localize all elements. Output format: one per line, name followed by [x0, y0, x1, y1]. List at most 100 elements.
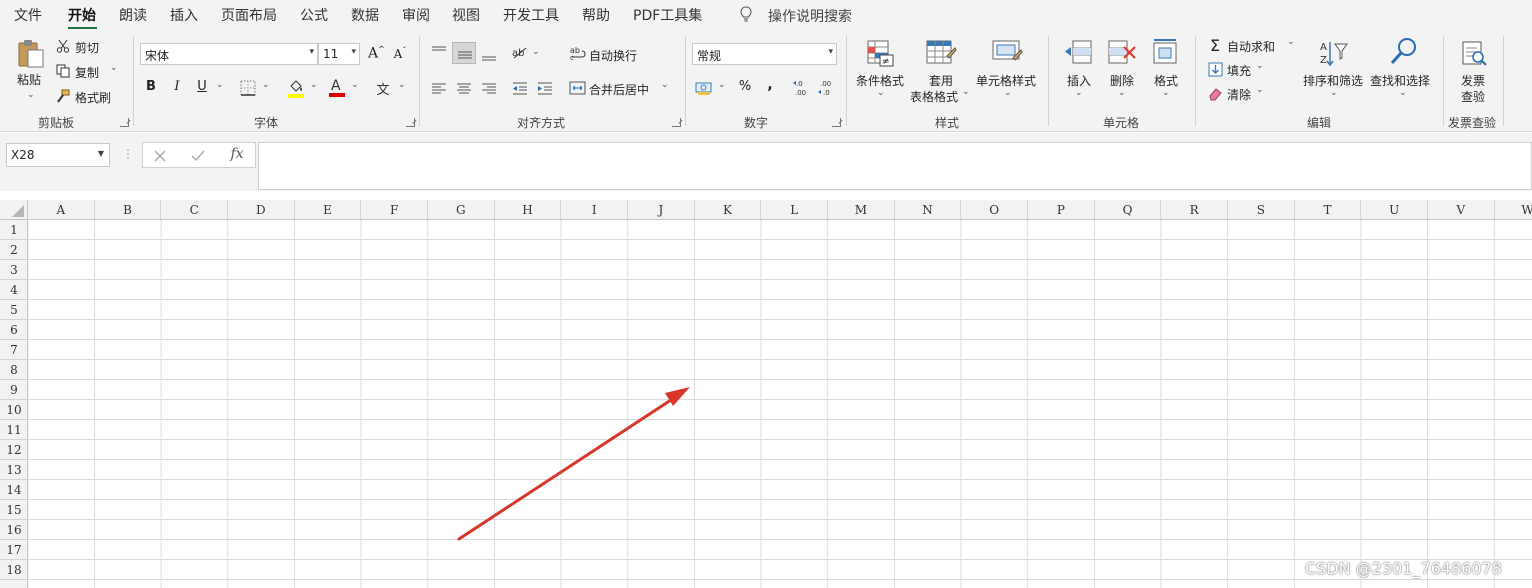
column-header[interactable]: J — [628, 200, 695, 219]
column-header[interactable]: B — [95, 200, 162, 219]
row-header[interactable]: 4 — [0, 280, 27, 300]
drag-handle-icon[interactable]: ⋮ — [122, 147, 134, 161]
column-header[interactable]: S — [1228, 200, 1295, 219]
row-header[interactable]: 5 — [0, 300, 27, 320]
row-header[interactable]: 17 — [0, 540, 27, 560]
column-header[interactable]: V — [1428, 200, 1495, 219]
enter-checkmark-icon[interactable] — [191, 149, 205, 163]
row-header[interactable]: 7 — [0, 340, 27, 360]
svg-text:≠: ≠ — [882, 57, 890, 67]
tab-insert[interactable]: 插入 — [170, 5, 198, 25]
tab-read-aloud[interactable]: 朗读 — [119, 5, 147, 25]
row-header[interactable]: 15 — [0, 500, 27, 520]
phonetic-guide-icon[interactable]: 文 — [374, 79, 392, 98]
align-bottom-icon[interactable] — [480, 48, 498, 64]
accounting-format-icon[interactable] — [695, 80, 713, 96]
row-header[interactable]: 13 — [0, 460, 27, 480]
align-middle-button[interactable] — [452, 42, 476, 64]
align-left-icon[interactable] — [430, 80, 448, 96]
insert-cells-label: 插入 — [1067, 74, 1092, 88]
row-header[interactable]: 8 — [0, 360, 27, 380]
row-header[interactable]: 1 — [0, 220, 27, 240]
underline-button[interactable]: U — [195, 79, 209, 94]
cancel-icon[interactable] — [153, 149, 167, 163]
align-center-icon[interactable] — [455, 80, 473, 96]
column-header[interactable]: C — [161, 200, 228, 219]
column-header[interactable]: H — [495, 200, 562, 219]
font-dialog-launcher[interactable] — [406, 118, 415, 127]
decrease-decimal-icon[interactable]: .00 .0 — [817, 78, 837, 98]
decrease-font-size-icon[interactable]: Aˇ — [392, 46, 408, 61]
row-header[interactable]: 6 — [0, 320, 27, 340]
column-header[interactable]: F — [361, 200, 428, 219]
fill-color-icon[interactable] — [287, 78, 305, 98]
tab-help[interactable]: 帮助 — [582, 5, 610, 25]
row-header[interactable]: 10 — [0, 400, 27, 420]
row-header[interactable]: 11 — [0, 420, 27, 440]
column-header[interactable]: M — [828, 200, 895, 219]
increase-font-size-icon[interactable]: A^ — [368, 45, 385, 62]
dropdown-arrow-icon: ▾ — [828, 47, 833, 57]
select-all-button[interactable] — [0, 200, 28, 220]
font-size-dropdown[interactable]: 11 ▾ — [318, 43, 360, 65]
tab-home[interactable]: 开始 — [68, 5, 96, 25]
row-header[interactable]: 18 — [0, 560, 27, 580]
number-format-dropdown[interactable]: 常规 ▾ — [692, 43, 837, 65]
cell-grid[interactable] — [28, 220, 1532, 588]
comma-style-button[interactable]: , — [764, 77, 776, 93]
tab-pdf-tools[interactable]: PDF工具集 — [633, 5, 702, 25]
text-orientation-icon[interactable]: ab — [511, 44, 529, 60]
tab-page-layout[interactable]: 页面布局 — [221, 5, 277, 25]
italic-button[interactable]: I — [170, 79, 184, 94]
number-dialog-launcher[interactable] — [832, 118, 841, 127]
column-header[interactable]: Q — [1095, 200, 1162, 219]
increase-indent-icon[interactable] — [536, 80, 554, 96]
increase-decimal-icon[interactable]: .0 .00 — [792, 78, 812, 98]
tab-view[interactable]: 视图 — [452, 5, 480, 25]
column-header[interactable]: T — [1295, 200, 1362, 219]
delete-cells-label: 删除 — [1110, 74, 1135, 88]
align-right-icon[interactable] — [480, 80, 498, 96]
sort-filter-label: 排序和筛选 — [1303, 74, 1364, 88]
row-header[interactable]: 14 — [0, 480, 27, 500]
percent-style-button[interactable]: % — [737, 79, 753, 94]
bold-button[interactable]: B — [144, 79, 158, 94]
formula-buttons: fx — [142, 142, 256, 168]
clipboard-dialog-launcher[interactable] — [120, 118, 129, 127]
tab-data[interactable]: 数据 — [351, 5, 379, 25]
column-header[interactable]: K — [695, 200, 762, 219]
alignment-dialog-launcher[interactable] — [672, 118, 681, 127]
dropdown-arrow-icon: ▾ — [309, 47, 314, 57]
row-header[interactable]: 16 — [0, 520, 27, 540]
tab-formulas[interactable]: 公式 — [300, 5, 328, 25]
column-header[interactable]: D — [228, 200, 295, 219]
column-header[interactable]: I — [561, 200, 629, 219]
column-header[interactable]: L — [761, 200, 829, 219]
row-header[interactable]: 9 — [0, 380, 27, 400]
decrease-indent-icon[interactable] — [511, 80, 529, 96]
borders-icon[interactable] — [240, 80, 256, 96]
name-box[interactable]: X28 ▼ — [6, 143, 110, 167]
tab-review[interactable]: 审阅 — [402, 5, 430, 25]
column-header[interactable]: W — [1495, 200, 1532, 219]
insert-function-button[interactable]: fx — [227, 146, 247, 162]
tell-me-search[interactable]: 操作说明搜索 — [768, 6, 852, 26]
font-name-dropdown[interactable]: 宋体 ▾ — [140, 43, 318, 65]
column-header[interactable]: N — [895, 200, 962, 219]
tab-developer[interactable]: 开发工具 — [503, 5, 559, 25]
column-header[interactable]: U — [1361, 200, 1429, 219]
font-color-icon[interactable]: A — [328, 77, 346, 98]
column-header[interactable]: R — [1161, 200, 1229, 219]
row-header[interactable]: 12 — [0, 440, 27, 460]
column-header[interactable]: P — [1028, 200, 1095, 219]
row-header[interactable]: 3 — [0, 260, 27, 280]
cut-label: 剪切 — [75, 41, 100, 55]
formula-input[interactable] — [258, 142, 1532, 190]
column-header[interactable]: G — [428, 200, 495, 219]
row-header[interactable]: 2 — [0, 240, 27, 260]
tab-file[interactable]: 文件 — [14, 5, 42, 25]
column-header[interactable]: E — [295, 200, 362, 219]
column-header[interactable]: O — [961, 200, 1029, 219]
column-header[interactable]: A — [28, 200, 95, 219]
align-top-icon[interactable] — [430, 44, 448, 60]
